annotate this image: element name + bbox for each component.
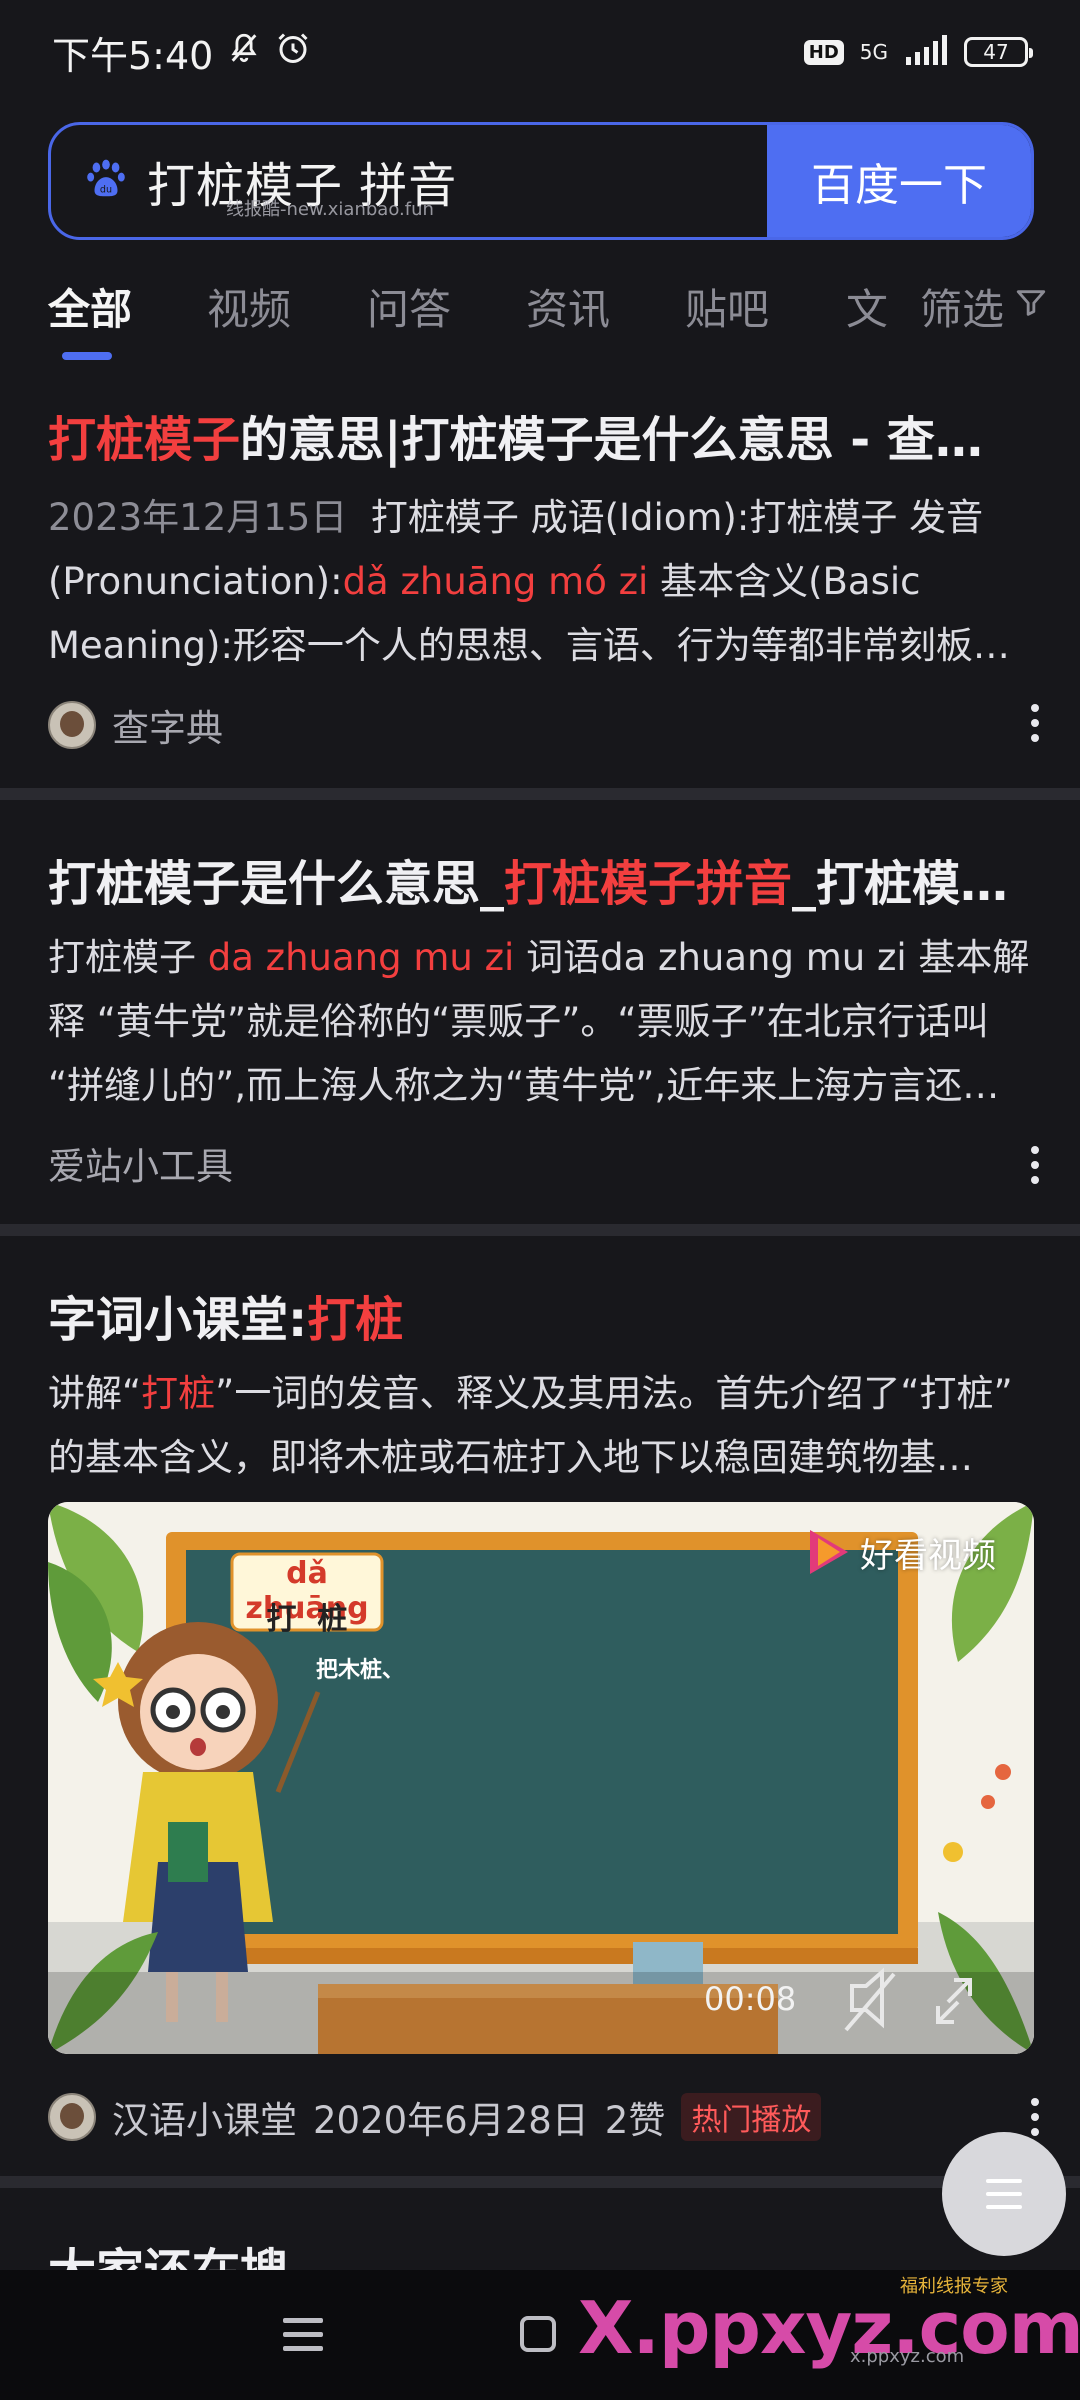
snippet-line-3: “拼缝儿的”,而上海人称之为“黄牛党”,近年来上海方言还… (48, 1064, 1000, 1107)
card-divider (0, 1224, 1080, 1236)
status-left: 下午5:40 (52, 25, 311, 80)
video-brand: 好看视频 (860, 1536, 996, 1576)
snippet-highlight: 打桩 (141, 1372, 216, 1415)
watermark-tagline: 福利线报专家 (900, 2276, 1008, 2297)
result-snippet: 2023年12月15日 打桩模子 成语(Idiom):打桩模子 发音 (Pron… (48, 486, 1032, 678)
card-divider (0, 2176, 1080, 2188)
active-tab-indicator (62, 352, 112, 360)
watermark-logo: X.ppxyz.com (578, 2286, 1080, 2370)
snippet-highlight: dǎ zhuāng mó zi (342, 560, 649, 603)
search-bar: du 打桩模子 拼音 线报酷-new.xianbao.fun 百度一下 (48, 122, 1034, 240)
title-rest: 的意思|打桩模子是什么意思 - 查… (240, 412, 983, 468)
svg-text:du: du (100, 184, 112, 195)
tab-all[interactable]: 全部 (48, 276, 132, 337)
result-snippet: 打桩模子 da zhuang mu zi 词语da zhuang mu zi 基… (48, 926, 1032, 1118)
source-name: 爱站小工具 (48, 1145, 233, 1188)
status-time: 下午5:40 (52, 33, 214, 78)
search-watermark: 线报酷-new.xianbao.fun (226, 199, 434, 220)
baidu-paw-icon: du (83, 156, 129, 206)
snippet-highlight: da zhuang mu zi (207, 936, 515, 979)
result-title[interactable]: 打桩模子是什么意思_打桩模子拼音_打桩模… (48, 844, 1032, 914)
video-thumbnail (48, 1502, 1034, 2054)
snippet-line-2a: (Pronunciation): (48, 560, 343, 603)
snippet-line-2b: 基本含义(Basic (648, 560, 921, 603)
snippet-line-1: 打桩模子 成语(Idiom):打桩模子 发音 (370, 496, 984, 539)
title-highlight: 打桩模子 (48, 412, 241, 468)
status-right: HD 5G 47 (803, 35, 1033, 69)
video-player[interactable]: dǎ zhuāng 打 桩 把木桩、 好看视频 00:08 (48, 1502, 1034, 2054)
snippet-line-1a: 打桩模子 (48, 936, 208, 979)
battery-level: 47 (983, 40, 1009, 64)
more-options-icon[interactable] (1030, 2098, 1040, 2136)
result-snippet: 讲解“打桩”一词的发音、释义及其用法。首先介绍了“打桩” 的基本含义，即将木桩或… (48, 1362, 1032, 1490)
search-button[interactable]: 百度一下 (767, 125, 1031, 237)
video-chars: 打 桩 (266, 1602, 348, 1637)
tab-tieba[interactable]: 贴吧 (685, 276, 769, 337)
result-title[interactable]: 打桩模子的意思|打桩模子是什么意思 - 查… (48, 400, 1032, 470)
title-highlight: 打桩模子拼音 (504, 856, 793, 912)
snippet-line-1a: 讲解“ (48, 1372, 142, 1415)
result-source[interactable]: 爱站小工具 (48, 1136, 233, 1190)
alarm-icon (275, 30, 311, 75)
floating-menu-button[interactable] (942, 2132, 1066, 2256)
hot-badge: 热门播放 (681, 2093, 822, 2141)
title-part-a: 打桩模子是什么意思_ (48, 856, 505, 912)
title-part-b: _打桩模… (792, 856, 1009, 912)
more-options-icon[interactable] (1030, 1146, 1040, 1184)
result-date: 2023年12月15日 (48, 496, 348, 539)
video-board-text: 把木桩、 (316, 1658, 405, 1683)
source-name: 汉语小课堂 (112, 2099, 297, 2142)
result-title[interactable]: 字词小课堂:打桩 (48, 1280, 1032, 1350)
title-highlight: 打桩 (307, 1292, 404, 1348)
snippet-line-1b: ”一词的发音、释义及其用法。首先介绍了“打桩” (215, 1372, 1013, 1415)
hd-badge: HD (803, 39, 844, 65)
video-duration: 00:08 (704, 1980, 797, 2018)
source-avatar (48, 701, 96, 749)
result-date: 2020年6月28日 (313, 2099, 589, 2142)
result-source[interactable]: 查字典 (48, 698, 223, 752)
signal-icon (904, 35, 948, 69)
snippet-line-2: 释 “黄牛党”就是俗称的“票贩子”。“票贩子”在北京行话叫 (48, 1000, 989, 1043)
like-count: 2赞 (604, 2099, 666, 2142)
snippet-line-2: 的基本含义，即将木桩或石桩打入地下以稳固建筑物基… (48, 1436, 973, 1479)
title-part-a: 字词小课堂: (48, 1292, 308, 1348)
funnel-icon (1014, 282, 1048, 331)
more-options-icon[interactable] (1030, 704, 1040, 742)
nav-menu-icon[interactable] (283, 2318, 323, 2351)
result-card-2[interactable]: 打桩模子是什么意思_打桩模子拼音_打桩模… 打桩模子 da zhuang mu … (0, 800, 1080, 1224)
tab-news[interactable]: 资讯 (526, 276, 610, 337)
snippet-line-3: Meaning):形容一个人的思想、言语、行为等都非常刻板… (48, 624, 1010, 667)
card-divider (0, 788, 1080, 800)
status-bar: 下午5:40 HD 5G 47 (0, 0, 1080, 104)
tab-bar: 全部 视频 问答 资讯 贴吧 文 筛选 (0, 262, 1080, 362)
bell-muted-icon (227, 30, 261, 74)
watermark-url: x.ppxyz.com (850, 2346, 965, 2367)
filter-button[interactable]: 筛选 (879, 276, 1048, 337)
battery-indicator: 47 (964, 37, 1033, 67)
menu-lines-icon (986, 2179, 1022, 2209)
search-input[interactable]: du 打桩模子 拼音 线报酷-new.xianbao.fun (51, 125, 767, 237)
result-card-1[interactable]: 打桩模子的意思|打桩模子是什么意思 - 查… 2023年12月15日 打桩模子 … (0, 380, 1080, 788)
nav-home-icon[interactable] (520, 2316, 556, 2352)
filter-label: 筛选 (919, 285, 1004, 334)
tab-qa[interactable]: 问答 (367, 276, 451, 337)
network-label: 5G (859, 40, 888, 64)
source-avatar (48, 2093, 96, 2141)
source-name: 查字典 (112, 707, 223, 750)
snippet-line-1b: 词语da zhuang mu zi 基本解 (514, 936, 1030, 979)
tab-video[interactable]: 视频 (207, 276, 291, 337)
result-source[interactable]: 汉语小课堂 2020年6月28日 2赞 热门播放 (48, 2090, 822, 2144)
